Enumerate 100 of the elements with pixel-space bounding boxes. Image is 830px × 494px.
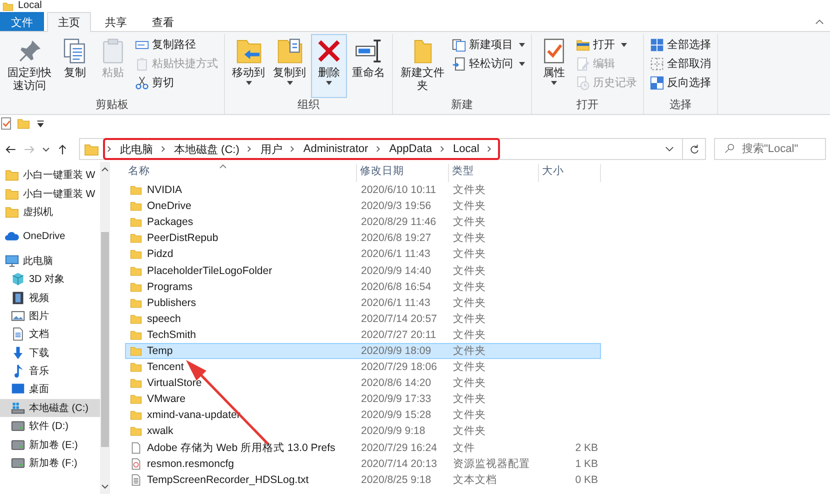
grid-icon bbox=[650, 76, 664, 90]
ribbon-button[interactable]: 重命名 bbox=[349, 34, 388, 98]
file-row[interactable]: OneDrive 2020/9/3 19:56 文件夹 bbox=[125, 198, 601, 214]
file-row[interactable]: Programs 2020/6/8 16:54 文件夹 bbox=[125, 278, 601, 295]
ribbon-button[interactable]: 新建项目 bbox=[450, 36, 527, 53]
breadcrumb[interactable]: 用户 bbox=[260, 142, 282, 156]
chevron-icon[interactable] bbox=[376, 145, 382, 153]
ribbon-button[interactable]: 复制路径 bbox=[133, 36, 220, 53]
breadcrumb[interactable]: 本地磁盘 (C:) bbox=[174, 142, 240, 156]
file-row[interactable]: VMware 2020/9/9 17:33 文件夹 bbox=[125, 391, 601, 408]
ribbon-button[interactable]: 全部取消 bbox=[648, 55, 713, 72]
modified-date: 2020/9/3 19:56 bbox=[360, 200, 432, 212]
ribbon-button[interactable]: 反向选择 bbox=[648, 74, 713, 91]
ribbon-button[interactable]: 轻松访问 bbox=[450, 55, 527, 72]
address-bar[interactable]: 此电脑 本地磁盘 (C:) 用户 Administrator AppData Local bbox=[79, 138, 683, 160]
scroll-up-icon[interactable] bbox=[101, 166, 109, 172]
ribbon-tab[interactable]: 共享 bbox=[94, 12, 138, 31]
scroll-down-icon[interactable] bbox=[101, 484, 109, 490]
ribbon-button[interactable]: 删除 bbox=[311, 34, 347, 98]
ribbon-tab[interactable]: 主页 bbox=[47, 12, 91, 32]
ribbon-button[interactable]: 新建文件夹 bbox=[397, 34, 448, 98]
file-row[interactable]: xwalk 2020/9/9 9:18 文件夹 bbox=[125, 423, 601, 440]
file-row[interactable]: xmind-vana-updater 2020/9/9 15:28 文件夹 bbox=[125, 407, 601, 424]
file-row[interactable]: NVIDIA 2020/6/10 10:11 文件夹 bbox=[125, 182, 601, 198]
file-row[interactable]: Pidzd 2020/6/1 11:43 文件夹 bbox=[125, 246, 601, 262]
file-row[interactable]: TempScreenRecorder_HDSLog.txt 2020/8/25 9:18 文本文档 0 KB bbox=[125, 472, 601, 488]
file-size: 1 KB bbox=[574, 458, 599, 470]
nav-item[interactable]: 下载 bbox=[0, 344, 100, 362]
chevron-icon[interactable] bbox=[487, 145, 492, 153]
caret-icon bbox=[286, 81, 292, 85]
chevron-icon[interactable] bbox=[440, 145, 445, 153]
up-arrow-icon[interactable] bbox=[56, 142, 69, 156]
breadcrumb[interactable]: Local bbox=[453, 143, 480, 155]
ribbon-button[interactable]: 移动到 bbox=[229, 34, 268, 98]
ribbon-button[interactable]: 固定到快速访问 bbox=[4, 34, 55, 98]
checklist-icon[interactable] bbox=[0, 116, 13, 130]
nav-item[interactable]: 软件 (D:) bbox=[0, 417, 100, 436]
file-row[interactable]: Publishers 2020/6/1 11:43 文件夹 bbox=[125, 294, 601, 311]
file-row[interactable]: PeerDistRepub 2020/6/8 19:27 文件夹 bbox=[125, 230, 601, 246]
folder-icon bbox=[130, 184, 142, 196]
nav-item[interactable]: 小白一键重装 W bbox=[0, 184, 100, 203]
caret-icon[interactable] bbox=[42, 145, 50, 153]
folder-icon bbox=[130, 280, 142, 293]
ribbon-button[interactable]: 属性 bbox=[536, 34, 572, 98]
ribbon-tab[interactable]: 文件 bbox=[0, 12, 44, 31]
nav-item[interactable]: 视频 bbox=[0, 288, 100, 307]
file-row[interactable]: resmon.resmoncfg 2020/7/14 20:13 资源监视器配置 1 KB bbox=[125, 456, 601, 472]
breadcrumb[interactable]: 此电脑 bbox=[120, 142, 153, 156]
file-type: 文件夹 bbox=[452, 360, 487, 374]
nav-item[interactable]: 桌面 bbox=[0, 380, 100, 399]
nav-item[interactable]: 文档 bbox=[0, 325, 100, 344]
chevron-icon[interactable] bbox=[290, 145, 296, 153]
nav-item[interactable]: 音乐 bbox=[0, 362, 100, 380]
nav-item[interactable]: 本地磁盘 (C:) bbox=[0, 398, 100, 418]
file-row[interactable]: TechSmith 2020/7/27 20:11 文件夹 bbox=[125, 326, 601, 343]
ribbon-tab[interactable]: 查看 bbox=[141, 12, 185, 31]
modified-date: 2020/7/14 20:57 bbox=[360, 312, 438, 325]
collapse-ribbon-icon[interactable] bbox=[815, 19, 824, 25]
nav-item[interactable]: 小白一键重装 W bbox=[0, 166, 100, 184]
file-row[interactable]: VirtualStore 2020/8/6 14:20 文件夹 bbox=[125, 375, 601, 392]
breadcrumb[interactable]: Administrator bbox=[303, 143, 368, 155]
column-header[interactable]: 类型 bbox=[449, 164, 539, 182]
file-row[interactable]: speech 2020/7/14 20:57 文件夹 bbox=[125, 310, 601, 327]
nav-item[interactable]: 新加卷 (F:) bbox=[0, 454, 100, 472]
file-row[interactable]: Adobe 存储为 Web 所用格式 13.0 Prefs 2020/7/29 16:24 文件 2 KB bbox=[125, 440, 601, 456]
refresh-button[interactable] bbox=[682, 138, 706, 160]
chevron-icon[interactable] bbox=[247, 145, 252, 153]
ribbon-button[interactable]: 全部选择 bbox=[648, 36, 713, 53]
chevron-icon[interactable] bbox=[161, 145, 166, 153]
ribbon-button[interactable]: 打开 bbox=[574, 36, 639, 53]
file-type: 文件夹 bbox=[452, 215, 487, 230]
chevron-icon[interactable] bbox=[107, 145, 112, 153]
nav-item[interactable]: 虚拟机 bbox=[0, 202, 100, 222]
sidebar-scrollbar[interactable] bbox=[100, 162, 110, 494]
file-name: Programs bbox=[147, 280, 193, 293]
column-header[interactable]: 修改日期 bbox=[357, 164, 449, 182]
column-header[interactable]: 大小 bbox=[539, 164, 601, 182]
search-field[interactable]: 搜索"Local" bbox=[714, 138, 826, 160]
blank-page-icon bbox=[130, 442, 142, 454]
monitor-icon bbox=[5, 254, 19, 268]
file-row[interactable]: Packages 2020/8/29 11:46 文件夹 bbox=[125, 214, 601, 230]
ribbon-button[interactable]: 复制 bbox=[57, 34, 93, 98]
column-header[interactable]: 名称 bbox=[125, 164, 357, 182]
folder-pages-icon bbox=[276, 37, 304, 65]
nav-item[interactable]: 3D 对象 bbox=[0, 270, 100, 288]
breadcrumb[interactable]: AppData bbox=[389, 143, 432, 155]
file-row[interactable]: Temp 2020/9/9 18:09 文件夹 bbox=[125, 342, 601, 360]
file-row[interactable]: PlaceholderTileLogoFolder 2020/9/9 14:40 文件夹 bbox=[125, 262, 601, 279]
nav-item[interactable]: 新加卷 (E:) bbox=[0, 435, 100, 454]
ribbon-button[interactable]: 剪切 bbox=[133, 74, 220, 91]
nav-item[interactable]: 图片 bbox=[0, 306, 100, 326]
modified-date: 2020/9/9 18:09 bbox=[360, 344, 432, 357]
caret-icon[interactable] bbox=[665, 146, 674, 152]
file-row[interactable]: Tencent 2020/7/29 18:06 文件夹 bbox=[125, 359, 601, 376]
nav-item[interactable]: 此电脑 bbox=[0, 252, 100, 270]
ribbon-button[interactable]: 复制到 bbox=[270, 34, 309, 98]
pencil-page-icon bbox=[576, 56, 590, 70]
clipboard-icon bbox=[135, 56, 149, 70]
grid-icon bbox=[650, 38, 664, 52]
nav-item[interactable]: OneDrive bbox=[0, 227, 100, 246]
